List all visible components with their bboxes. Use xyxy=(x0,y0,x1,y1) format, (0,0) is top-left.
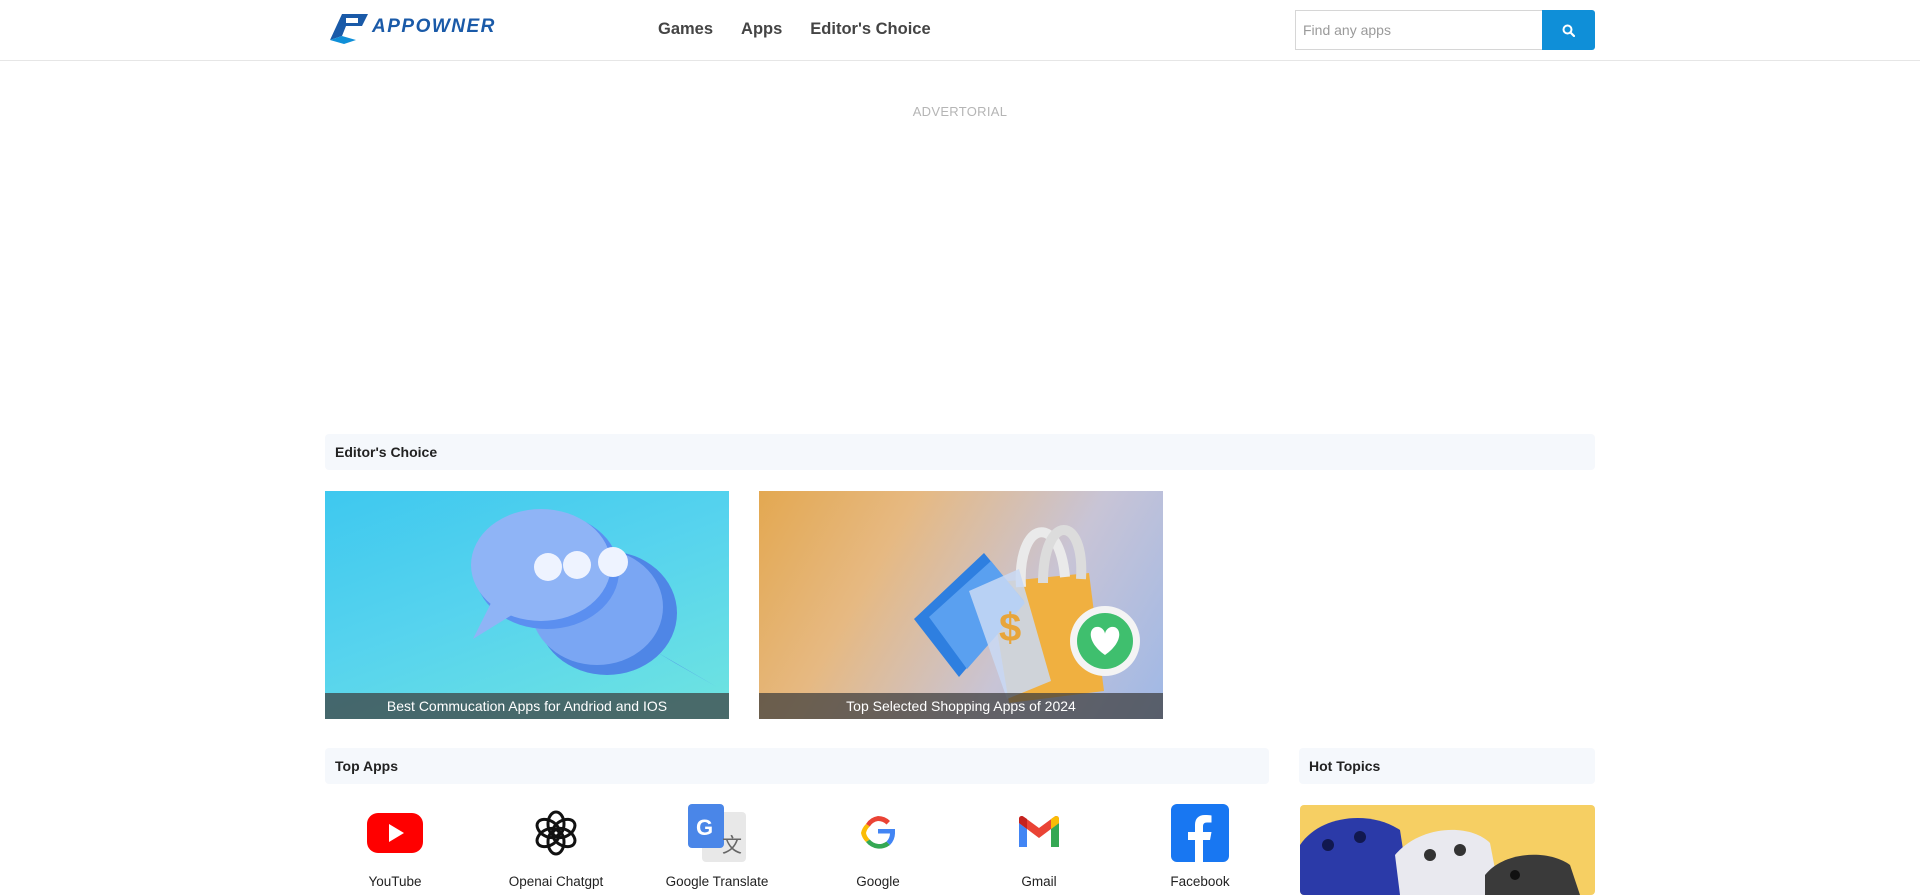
app-name: Google xyxy=(856,874,900,889)
google-translate-icon: G 文 xyxy=(688,804,746,862)
app-item-google[interactable]: Google xyxy=(813,804,943,889)
app-item-facebook[interactable]: Facebook xyxy=(1135,804,1265,889)
app-item-youtube[interactable]: YouTube xyxy=(330,804,460,889)
app-name: Gmail xyxy=(1021,874,1057,889)
svg-text:G: G xyxy=(696,815,713,840)
svg-text:$: $ xyxy=(999,606,1021,650)
editors-choice-heading: Editor's Choice xyxy=(325,434,1595,470)
ad-label: ADVERTORIAL xyxy=(912,104,1008,119)
google-icon xyxy=(849,804,907,862)
top-apps-heading: Top Apps xyxy=(325,748,1269,784)
editors-choice-card[interactable]: $ Top Selected Shopping Apps of 2024 xyxy=(759,491,1163,719)
nav-apps[interactable]: Apps xyxy=(741,19,782,39)
youtube-icon xyxy=(366,804,424,862)
search-input[interactable] xyxy=(1295,10,1542,50)
openai-icon xyxy=(527,804,585,862)
shopping-tag-icon: $ xyxy=(914,525,1140,703)
gmail-icon xyxy=(1010,804,1068,862)
card-caption: Top Selected Shopping Apps of 2024 xyxy=(759,693,1163,719)
site-logo[interactable]: APPOWNER xyxy=(326,10,496,44)
app-item-openai-chatgpt[interactable]: Openai Chatgpt xyxy=(491,804,621,889)
nav-games[interactable]: Games xyxy=(658,19,713,39)
facebook-icon xyxy=(1171,804,1229,862)
app-name: Facebook xyxy=(1170,874,1230,889)
card-caption: Best Commucation Apps for Andriod and IO… xyxy=(325,693,729,719)
app-name: Google Translate xyxy=(665,874,769,889)
app-name: Openai Chatgpt xyxy=(508,874,604,889)
search-button[interactable] xyxy=(1542,10,1595,50)
main-nav: Games Apps Editor's Choice xyxy=(658,19,959,39)
app-item-google-translate[interactable]: G 文 Google Translate xyxy=(652,804,782,889)
hot-topics-heading: Hot Topics xyxy=(1299,748,1595,784)
logo-icon xyxy=(330,14,368,44)
app-name: YouTube xyxy=(368,874,422,889)
hot-topic-image[interactable] xyxy=(1300,805,1595,895)
logo-text: APPOWNER xyxy=(372,16,496,37)
search-form xyxy=(1295,10,1595,50)
nav-editors-choice[interactable]: Editor's Choice xyxy=(810,19,930,39)
game-controller-icon xyxy=(1300,818,1580,895)
search-icon xyxy=(1562,24,1575,37)
app-item-gmail[interactable]: Gmail xyxy=(974,804,1104,889)
svg-text:文: 文 xyxy=(722,833,742,857)
chat-bubbles-icon xyxy=(471,509,717,687)
site-header: APPOWNER Games Apps Editor's Choice xyxy=(0,0,1920,61)
editors-choice-card[interactable]: Best Commucation Apps for Andriod and IO… xyxy=(325,491,729,719)
